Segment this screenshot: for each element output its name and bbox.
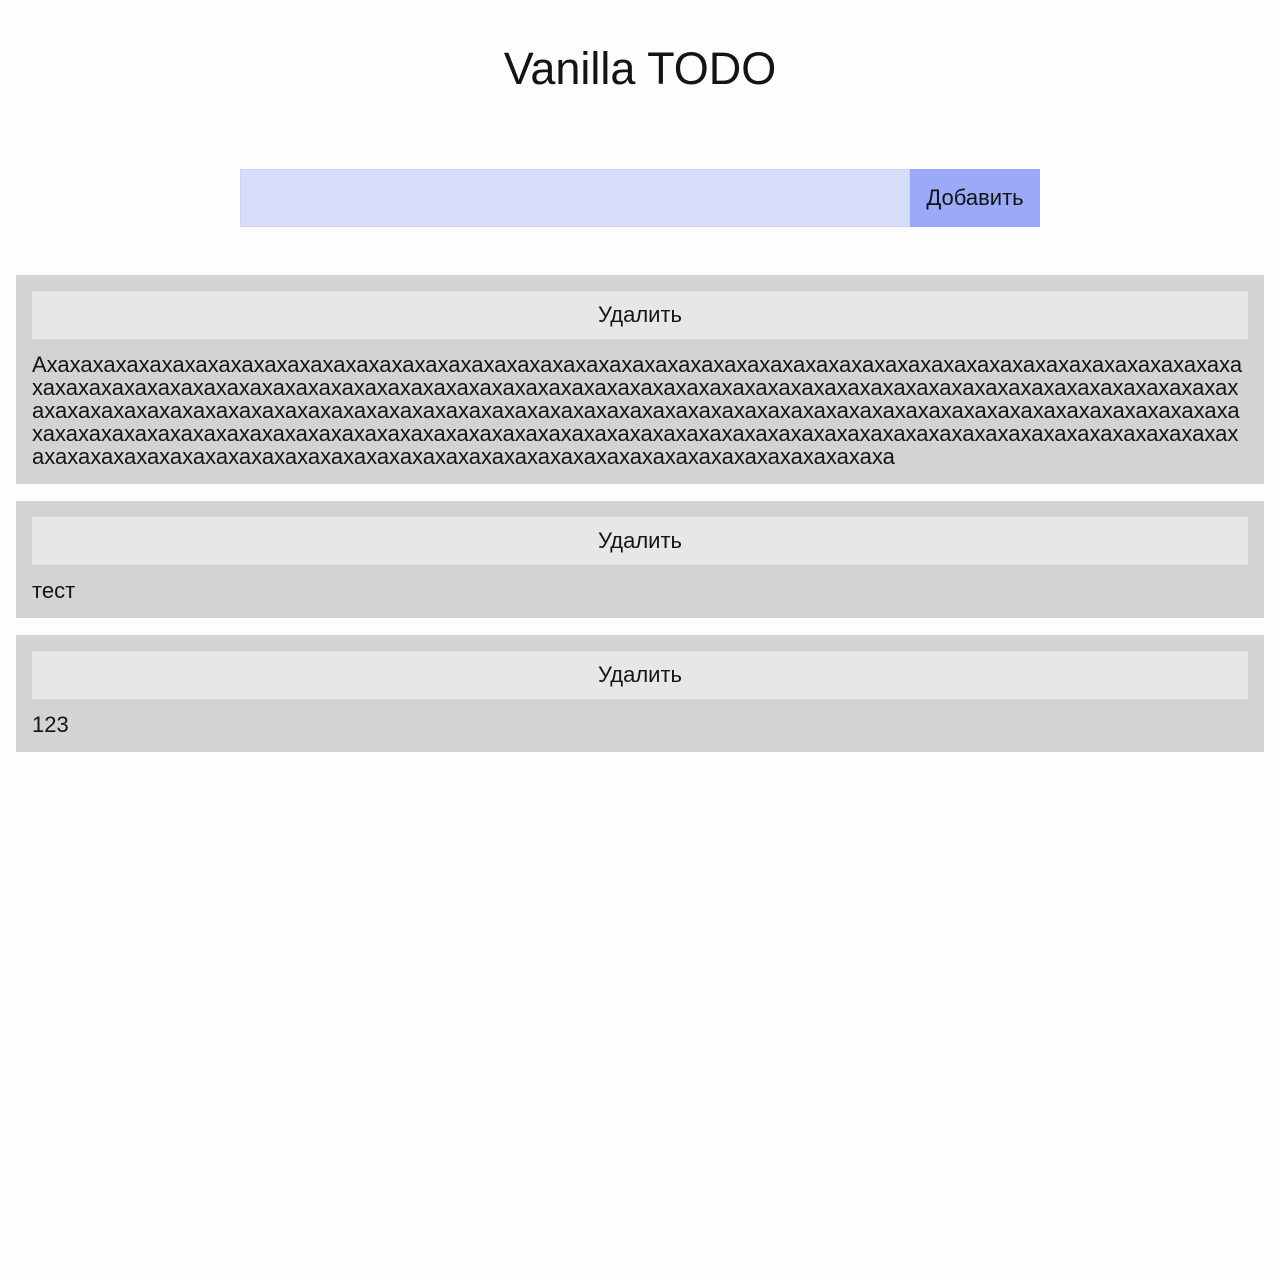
todo-text: тест — [32, 578, 76, 603]
todo-list: Удалить Ахахахахахахахахахахахахахахахах… — [16, 275, 1264, 769]
todo-input[interactable] — [240, 169, 910, 227]
todo-item: Удалить тест — [16, 501, 1264, 618]
todo-item: Удалить Ахахахахахахахахахахахахахахахах… — [16, 275, 1264, 484]
todo-text: 123 — [32, 712, 69, 737]
add-button[interactable]: Добавить — [910, 169, 1040, 227]
page-title: Vanilla TODO — [503, 43, 777, 94]
todo-app: Vanilla TODO Добавить Удалить Ахахахахах… — [0, 0, 1280, 1280]
add-todo-form: Добавить — [240, 169, 1040, 227]
delete-button[interactable]: Удалить — [32, 517, 1248, 565]
todo-item: Удалить 123 — [16, 635, 1264, 752]
delete-button[interactable]: Удалить — [32, 651, 1248, 699]
todo-text: Ахахахахахахахахахахахахахахахахахахахах… — [32, 352, 1243, 469]
delete-button[interactable]: Удалить — [32, 291, 1248, 339]
